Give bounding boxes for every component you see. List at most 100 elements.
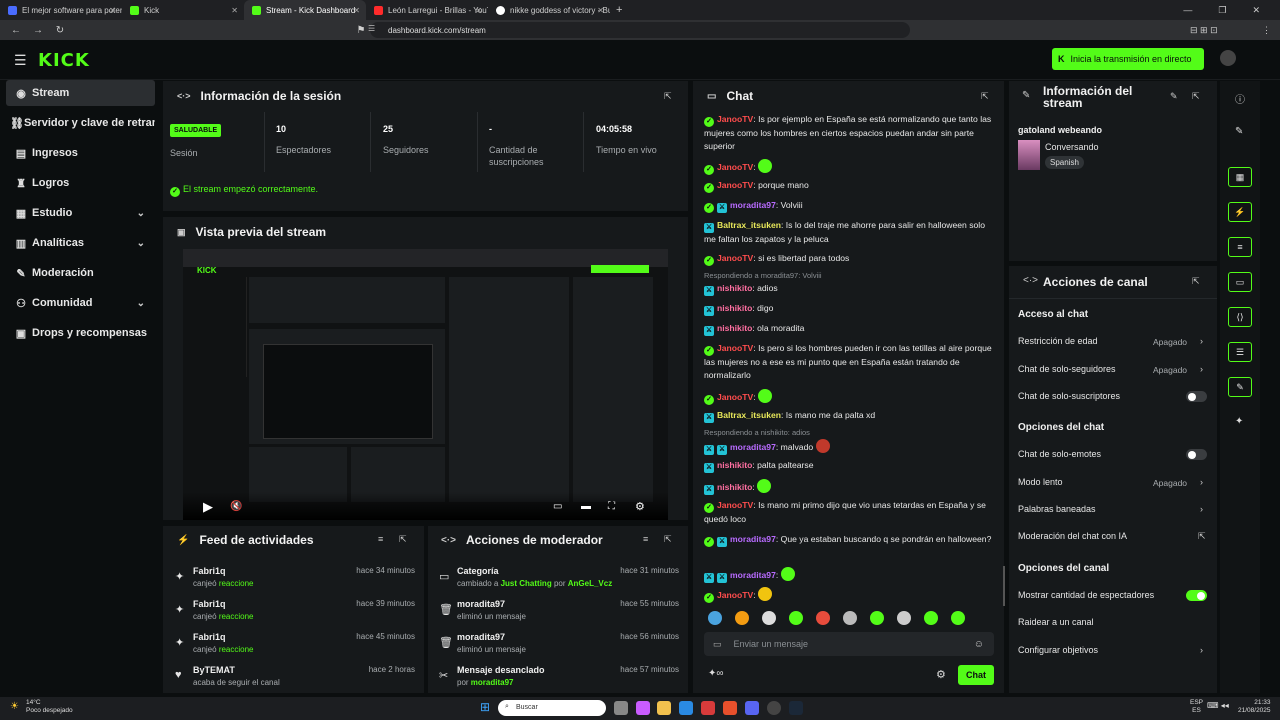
weather-widget[interactable]: 14°C Poco despejado	[26, 699, 73, 715]
chat-user[interactable]: JanooTV	[717, 343, 753, 353]
close-icon[interactable]: ✕	[597, 6, 604, 15]
settings-icon[interactable]: ⚙	[635, 500, 645, 513]
popout-icon[interactable]: ⇱	[399, 534, 407, 545]
new-tab-icon[interactable]: +	[616, 4, 622, 16]
popout-icon[interactable]: ⇱	[664, 534, 672, 545]
chat-user[interactable]: JanooTV	[717, 180, 753, 190]
chat-user[interactable]: nishikito	[717, 323, 752, 333]
chat-message[interactable]: ✓ JanooTV: Is mano mi primo dijo que vio …	[704, 499, 994, 526]
goals-row[interactable]: Configurar objetivos	[1018, 645, 1098, 655]
language-indicator[interactable]: ESP ES	[1190, 699, 1203, 715]
chat-message[interactable]: ⚔ nishikito:	[704, 479, 994, 495]
chat-message[interactable]: ⚔ Baltrax_itsuken: Is lo del traje me aho…	[704, 219, 994, 246]
rail-button-chat[interactable]: ▭	[1228, 272, 1252, 292]
sidebar-item-analytics[interactable]: ▥ Analíticas ⌄	[6, 230, 155, 256]
chat-message[interactable]: ✓ JanooTV:	[704, 159, 994, 175]
chat-user[interactable]: nishikito	[717, 303, 752, 313]
file-explorer-icon[interactable]	[657, 701, 671, 715]
chat-message[interactable]: ✓ ⚔ moradita97: Que ya estaban buscando q …	[704, 533, 994, 547]
stream-preview-video[interactable]: KICK ▶ 🔇 ▭ ▬ ⛶ ⚙	[183, 249, 668, 520]
close-icon[interactable]: ✕	[109, 6, 116, 15]
taskbar-search[interactable]: ⌕ Buscar	[498, 700, 606, 716]
sidebar-item-studio[interactable]: ▦ Estudio ⌄	[6, 200, 155, 226]
clock[interactable]: 21:33 21/08/2025	[1238, 699, 1271, 715]
chat-message[interactable]: ✓ ⚔ moradita97: Volviii	[704, 199, 994, 213]
bookmark-icon[interactable]: ⚑	[355, 25, 367, 36]
sidebar-item-community[interactable]: ⚇ Comunidad ⌄	[6, 290, 155, 316]
chat-tools-icon[interactable]: ✦∞	[708, 668, 724, 679]
emote-icon[interactable]	[870, 611, 884, 625]
chat-message[interactable]: ⚔ ⚔ moradita97:	[704, 567, 994, 583]
rail-button-list[interactable]: ≡	[1228, 237, 1252, 257]
fullscreen-icon[interactable]: ⛶	[608, 501, 615, 512]
ai-moderation-row[interactable]: Moderación del chat con IA	[1018, 531, 1127, 541]
emote-icon[interactable]	[735, 611, 749, 625]
chat-user[interactable]: moradita97	[730, 534, 776, 544]
info-icon[interactable]: ⓘ	[1235, 91, 1245, 106]
avatar[interactable]	[1220, 50, 1236, 66]
sidebar-item-achievements[interactable]: ♜ Logros	[6, 170, 155, 196]
emote-icon[interactable]	[708, 611, 722, 625]
steam-icon[interactable]	[789, 701, 803, 715]
slow-mode-row[interactable]: Modo lento	[1018, 477, 1063, 487]
chat-user[interactable]: moradita97	[730, 200, 776, 210]
chat-user[interactable]: nishikito	[717, 482, 752, 492]
chat-message[interactable]: ✓ JanooTV:	[704, 587, 994, 603]
close-icon[interactable]: ✕	[231, 6, 238, 15]
emote-icon[interactable]	[789, 611, 803, 625]
chat-message[interactable]: ✓ JanooTV: si es libertad para todos	[704, 252, 994, 266]
chat-input[interactable]: ▭ Enviar un mensaje ☺	[704, 632, 994, 656]
edge-icon[interactable]	[679, 701, 693, 715]
copilot-icon[interactable]	[636, 701, 650, 715]
close-window-icon[interactable]: ✕	[1252, 5, 1260, 16]
sidebar-item-moderation[interactable]: ✎ Moderación	[6, 260, 155, 286]
chat-message[interactable]: ⚔ nishikito: palta paltearse	[704, 459, 994, 473]
chat-user[interactable]: JanooTV	[717, 500, 753, 510]
chat-user[interactable]: JanooTV	[717, 392, 753, 402]
theater-icon[interactable]: ▬	[581, 501, 591, 512]
reload-icon[interactable]: ↻	[54, 25, 66, 36]
emote-icon[interactable]	[951, 611, 965, 625]
popout-icon[interactable]: ⇱	[1192, 276, 1200, 287]
chat-user[interactable]: Baltrax_itsuken	[717, 220, 781, 230]
emotes-only-toggle[interactable]	[1186, 449, 1207, 460]
minimize-icon[interactable]: —	[1183, 5, 1192, 15]
browser-tab[interactable]: León Larregui - Brillas - YouTube✕	[366, 0, 488, 20]
chat-user[interactable]: moradita97	[730, 442, 776, 452]
chat-user[interactable]: JanooTV	[717, 114, 753, 124]
age-restriction-row[interactable]: Restricción de edad	[1018, 336, 1098, 346]
chat-message[interactable]: ⚔ nishikito: ola moradita	[704, 322, 994, 336]
obs-icon[interactable]	[767, 701, 781, 715]
taskview-icon[interactable]	[614, 701, 628, 715]
chat-message[interactable]: ✓ JanooTV: porque mano	[704, 179, 994, 193]
chevron-right-icon[interactable]: ›	[1200, 336, 1203, 346]
site-info-icon[interactable]: ☰	[368, 24, 375, 33]
chat-send-button[interactable]: Chat	[958, 665, 994, 685]
chat-user[interactable]: JanooTV	[717, 162, 753, 172]
pencil-icon[interactable]: ✎	[1235, 126, 1243, 137]
chat-message[interactable]: ✓ JanooTV: Is pero si los hombres pueden …	[704, 342, 994, 382]
banned-words-row[interactable]: Palabras baneadas	[1018, 504, 1096, 514]
browser-tab[interactable]: El mejor software para potenciar tu s✕	[0, 0, 122, 20]
chat-user[interactable]: nishikito	[717, 283, 752, 293]
mute-icon[interactable]: 🔇	[230, 501, 242, 512]
settings-icon[interactable]: ⚙	[936, 668, 946, 681]
url-input[interactable]: dashboard.kick.com/stream ☰	[368, 22, 910, 38]
chat-message[interactable]: ⚔ ⚔ moradita97: malvado	[704, 439, 994, 455]
forward-icon[interactable]: →	[32, 25, 44, 36]
external-link-icon[interactable]: ⇱	[1198, 531, 1206, 542]
edit-icon[interactable]: ✎	[1170, 91, 1178, 102]
chevron-right-icon[interactable]: ›	[1200, 645, 1203, 655]
browser-tab[interactable]: Kick ✕	[122, 0, 244, 20]
app-icon[interactable]	[701, 701, 715, 715]
rail-button-bolt[interactable]: ⚡	[1228, 202, 1252, 222]
browser-tab-active[interactable]: Stream - Kick Dashboard ✕	[244, 0, 366, 20]
emote-icon[interactable]	[816, 611, 830, 625]
chat-message[interactable]: ⚔ Baltrax_itsuken: Is mano me da palta xd	[704, 409, 994, 423]
filter-icon[interactable]: ≡	[378, 534, 383, 544]
subs-only-toggle[interactable]	[1186, 391, 1207, 402]
hamburger-icon[interactable]: ☰	[14, 52, 27, 69]
emote-icon[interactable]	[897, 611, 911, 625]
chat-message[interactable]: ⚔ nishikito: adios	[704, 282, 994, 296]
chat-scrollbar[interactable]	[1003, 566, 1005, 606]
